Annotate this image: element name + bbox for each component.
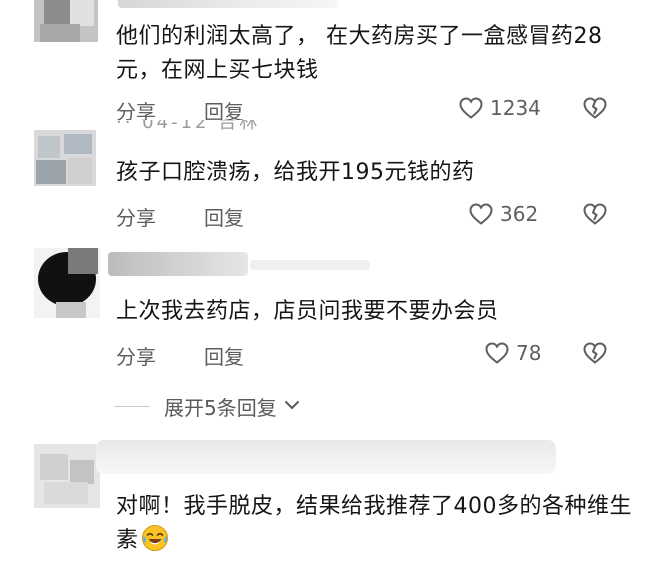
reply-button[interactable]: 回复 [204, 96, 244, 120]
share-button[interactable]: 分享 [116, 202, 156, 231]
comment-text-content: 对啊！我手脱皮，结果给我推荐了400多的各种维生素 [116, 494, 632, 553]
heart-outline-icon [468, 202, 494, 226]
username-meta-cropped: ·· 04-12 吉林 [116, 120, 436, 132]
dislike-button[interactable] [582, 341, 608, 365]
comment-item: 对啊！我手脱皮，结果给我推荐了400多的各种维生素 [0, 436, 660, 576]
heart-outline-icon [484, 341, 510, 365]
dislike-button[interactable] [582, 202, 608, 226]
like-count: 362 [500, 202, 539, 226]
expand-replies-button[interactable]: 展开5条回复 [114, 392, 301, 421]
comment-meta: ·· 04-12 吉林 [116, 120, 261, 132]
comment-text: 上次我去药店，店员问我要不要办会员 [116, 299, 499, 324]
comment-list: 他们的利润太高了， 在大药房买了一盒感冒药28元，在网上买七块钱 分享 回复 1… [0, 0, 660, 576]
avatar[interactable] [34, 248, 100, 318]
like-button[interactable]: 1234 [458, 96, 541, 120]
chevron-down-icon [283, 395, 301, 419]
expand-replies-label: 展开5条回复 [164, 396, 277, 420]
comment-item: 上次我去药店，店员问我要不要办会员 分享 回复 78 [0, 240, 660, 420]
avatar[interactable] [34, 444, 100, 508]
like-count: 78 [516, 341, 542, 365]
heart-outline-icon [458, 96, 484, 120]
like-button[interactable]: 362 [468, 202, 538, 226]
username-blurred [96, 440, 556, 474]
comment-item: 他们的利润太高了， 在大药房买了一盒感冒药28元，在网上买七块钱 分享 回复 1… [0, 0, 660, 120]
comment-item: ·· 04-12 吉林 孩子口腔溃疡，给我开195元钱的药 分享 回复 362 [0, 120, 660, 232]
avatar[interactable] [34, 0, 98, 42]
username-blurred [108, 252, 248, 276]
comment-text: 对啊！我手脱皮，结果给我推荐了400多的各种维生素 [116, 490, 636, 558]
comment-actions: 分享 回复 1234 [0, 96, 660, 120]
share-button[interactable]: 分享 [116, 341, 156, 370]
laughing-crying-emoji [141, 524, 169, 552]
username-blurred [118, 0, 338, 8]
broken-heart-icon [582, 202, 608, 226]
comment-text: 孩子口腔溃疡，给我开195元钱的药 [116, 160, 475, 185]
share-button[interactable]: 分享 [116, 96, 156, 120]
reply-button[interactable]: 回复 [204, 202, 244, 231]
dislike-button[interactable] [582, 96, 608, 120]
reply-button[interactable]: 回复 [204, 341, 244, 370]
broken-heart-icon [582, 341, 608, 365]
like-button[interactable]: 78 [484, 341, 541, 365]
avatar[interactable] [34, 130, 96, 186]
divider-line [114, 406, 150, 407]
username-blurred [250, 260, 370, 270]
like-count: 1234 [490, 96, 541, 120]
comment-text: 他们的利润太高了， 在大药房买了一盒感冒药28元，在网上买七块钱 [116, 24, 603, 83]
broken-heart-icon [582, 96, 608, 120]
